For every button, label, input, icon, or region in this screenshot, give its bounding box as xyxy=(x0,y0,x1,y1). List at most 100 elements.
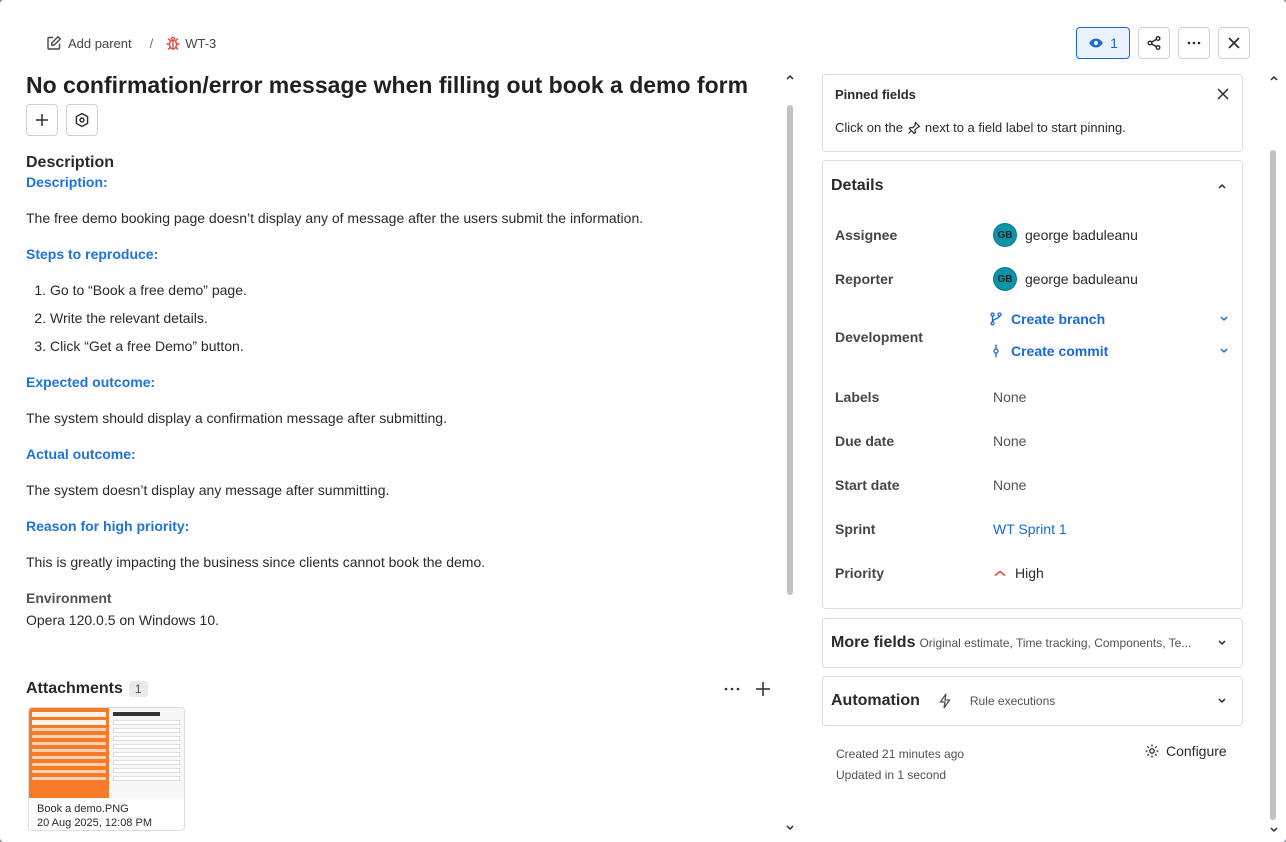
reporter-label: Reporter xyxy=(835,271,894,287)
field-reporter: Reporter GB george baduleanu xyxy=(835,267,1230,291)
scroll-up-icon[interactable] xyxy=(1268,72,1280,84)
avatar: GB xyxy=(993,267,1017,291)
more-actions-button[interactable] xyxy=(1178,27,1210,59)
pinned-fields-panel: Pinned fields Click on the next to a fie… xyxy=(822,74,1243,152)
pinned-hint: Click on the next to a field label to st… xyxy=(835,120,1230,135)
issue-modal: Add parent / WT-3 1 No confirmation/erro… xyxy=(0,0,1286,842)
chevron-down-icon[interactable] xyxy=(1218,345,1230,357)
more-fields-summary: Original estimate, Time tracking, Compon… xyxy=(919,636,1192,650)
created-text: Created 21 minutes ago xyxy=(836,747,965,761)
gear-icon xyxy=(1144,743,1160,759)
share-button[interactable] xyxy=(1138,27,1170,59)
thumbnail-left xyxy=(29,708,109,798)
main-scrollbar[interactable] xyxy=(787,105,793,595)
create-commit-button[interactable]: Create commit xyxy=(989,343,1230,359)
add-button[interactable] xyxy=(26,104,58,136)
list-item: Write the relevant details. xyxy=(50,308,786,328)
issue-timestamps: Created 21 minutes ago Updated in 1 seco… xyxy=(836,744,964,786)
reporter-value[interactable]: GB george baduleanu xyxy=(993,267,1138,291)
commit-icon xyxy=(989,344,1003,358)
scroll-down-icon[interactable] xyxy=(784,822,796,834)
edit-icon xyxy=(46,35,62,51)
pinned-title: Pinned fields xyxy=(835,87,916,102)
field-due-date: Due date None xyxy=(835,433,1230,449)
field-start-date: Start date None xyxy=(835,477,1230,493)
issue-key-link[interactable]: WT-3 xyxy=(165,35,216,51)
thumbnail-right xyxy=(109,708,184,798)
apps-button[interactable] xyxy=(66,104,98,136)
breadcrumb: Add parent / WT-3 xyxy=(46,33,216,53)
avatar: GB xyxy=(993,223,1017,247)
attachments-more-icon[interactable] xyxy=(723,681,741,697)
description-body[interactable]: Description: The free demo booking page … xyxy=(26,172,786,572)
labels-label: Labels xyxy=(835,389,880,405)
details-header[interactable]: Details xyxy=(823,161,1242,211)
create-branch-button[interactable]: Create branch xyxy=(989,311,1230,327)
desc-actual: The system doesn’t display any message a… xyxy=(26,482,390,498)
add-attachment-icon[interactable] xyxy=(755,681,771,697)
due-date-value[interactable]: None xyxy=(993,433,1026,449)
configure-label: Configure xyxy=(1166,743,1227,759)
add-parent-button[interactable]: Add parent xyxy=(46,35,132,51)
attachment-actions xyxy=(723,681,771,697)
assignee-value[interactable]: GB george baduleanu xyxy=(993,223,1138,247)
attachment-card[interactable]: Book a demo.PNG 20 Aug 2025, 12:08 PM xyxy=(28,707,185,831)
sprint-label: Sprint xyxy=(835,521,876,537)
start-date-label: Start date xyxy=(835,477,900,493)
priority-high-icon xyxy=(993,566,1007,580)
plus-icon xyxy=(34,112,50,128)
updated-text: Updated in 1 second xyxy=(836,768,947,782)
desc-h-expected: Expected outcome: xyxy=(26,374,156,390)
chevron-up-icon xyxy=(1216,180,1228,192)
desc-h-actual: Actual outcome: xyxy=(26,446,136,462)
field-priority: Priority High xyxy=(835,565,1230,581)
field-labels: Labels None xyxy=(835,389,1230,405)
configure-button[interactable]: Configure xyxy=(1144,743,1227,759)
header-actions: 1 xyxy=(1076,27,1250,59)
issue-key: WT-3 xyxy=(185,35,217,51)
share-icon xyxy=(1146,35,1162,51)
issue-title[interactable]: No confirmation/error message when filli… xyxy=(26,70,786,100)
chevron-down-icon[interactable] xyxy=(1218,313,1230,325)
issue-main: No confirmation/error message when filli… xyxy=(26,70,786,628)
add-parent-label: Add parent xyxy=(68,35,132,51)
details-title: Details xyxy=(831,177,884,194)
close-icon xyxy=(1226,35,1242,51)
labels-value[interactable]: None xyxy=(993,389,1026,405)
start-date-value[interactable]: None xyxy=(993,477,1026,493)
attachment-date: 20 Aug 2025, 12:08 PM xyxy=(37,817,152,829)
more-icon xyxy=(1186,35,1202,51)
priority-value[interactable]: High xyxy=(993,565,1044,581)
scroll-down-icon[interactable] xyxy=(1268,824,1280,836)
sidebar-scrollbar[interactable] xyxy=(1270,150,1276,820)
attachment-filename: Book a demo.PNG xyxy=(37,803,129,815)
eye-icon xyxy=(1088,35,1104,51)
scroll-up-icon[interactable] xyxy=(784,71,796,83)
branch-icon xyxy=(989,312,1003,326)
watch-count: 1 xyxy=(1110,35,1118,51)
list-item: Go to “Book a free demo” page. xyxy=(50,280,786,300)
desc-reason: This is greatly impacting the business s… xyxy=(26,554,486,570)
pinned-hint-before: Click on the xyxy=(835,120,903,135)
watch-button[interactable]: 1 xyxy=(1076,27,1130,59)
close-icon[interactable] xyxy=(1216,87,1230,101)
field-sprint: Sprint WT Sprint 1 xyxy=(835,521,1230,537)
breadcrumb-separator: / xyxy=(149,35,154,51)
attachments-title: Attachments xyxy=(26,680,123,697)
more-fields-panel[interactable]: More fields Original estimate, Time trac… xyxy=(822,618,1243,668)
pinned-hint-after: next to a field label to start pinning. xyxy=(924,120,1126,135)
close-button[interactable] xyxy=(1218,27,1250,59)
attachment-thumbnail xyxy=(29,708,184,798)
priority-label: Priority xyxy=(835,565,885,581)
title-actions xyxy=(26,104,786,136)
desc-h-steps: Steps to reproduce: xyxy=(26,246,159,262)
priority-name: High xyxy=(1015,565,1044,581)
sprint-value[interactable]: WT Sprint 1 xyxy=(993,521,1067,537)
bug-icon xyxy=(165,35,181,51)
automation-panel[interactable]: Automation Rule executions xyxy=(822,676,1243,726)
environment-value[interactable]: Opera 120.0.5 on Windows 10. xyxy=(26,612,786,628)
field-assignee: Assignee GB george baduleanu xyxy=(835,223,1230,247)
automation-title: Automation xyxy=(831,692,920,709)
attachments-count: 1 xyxy=(128,681,148,697)
list-item: Click “Get a free Demo” button. xyxy=(50,336,786,356)
